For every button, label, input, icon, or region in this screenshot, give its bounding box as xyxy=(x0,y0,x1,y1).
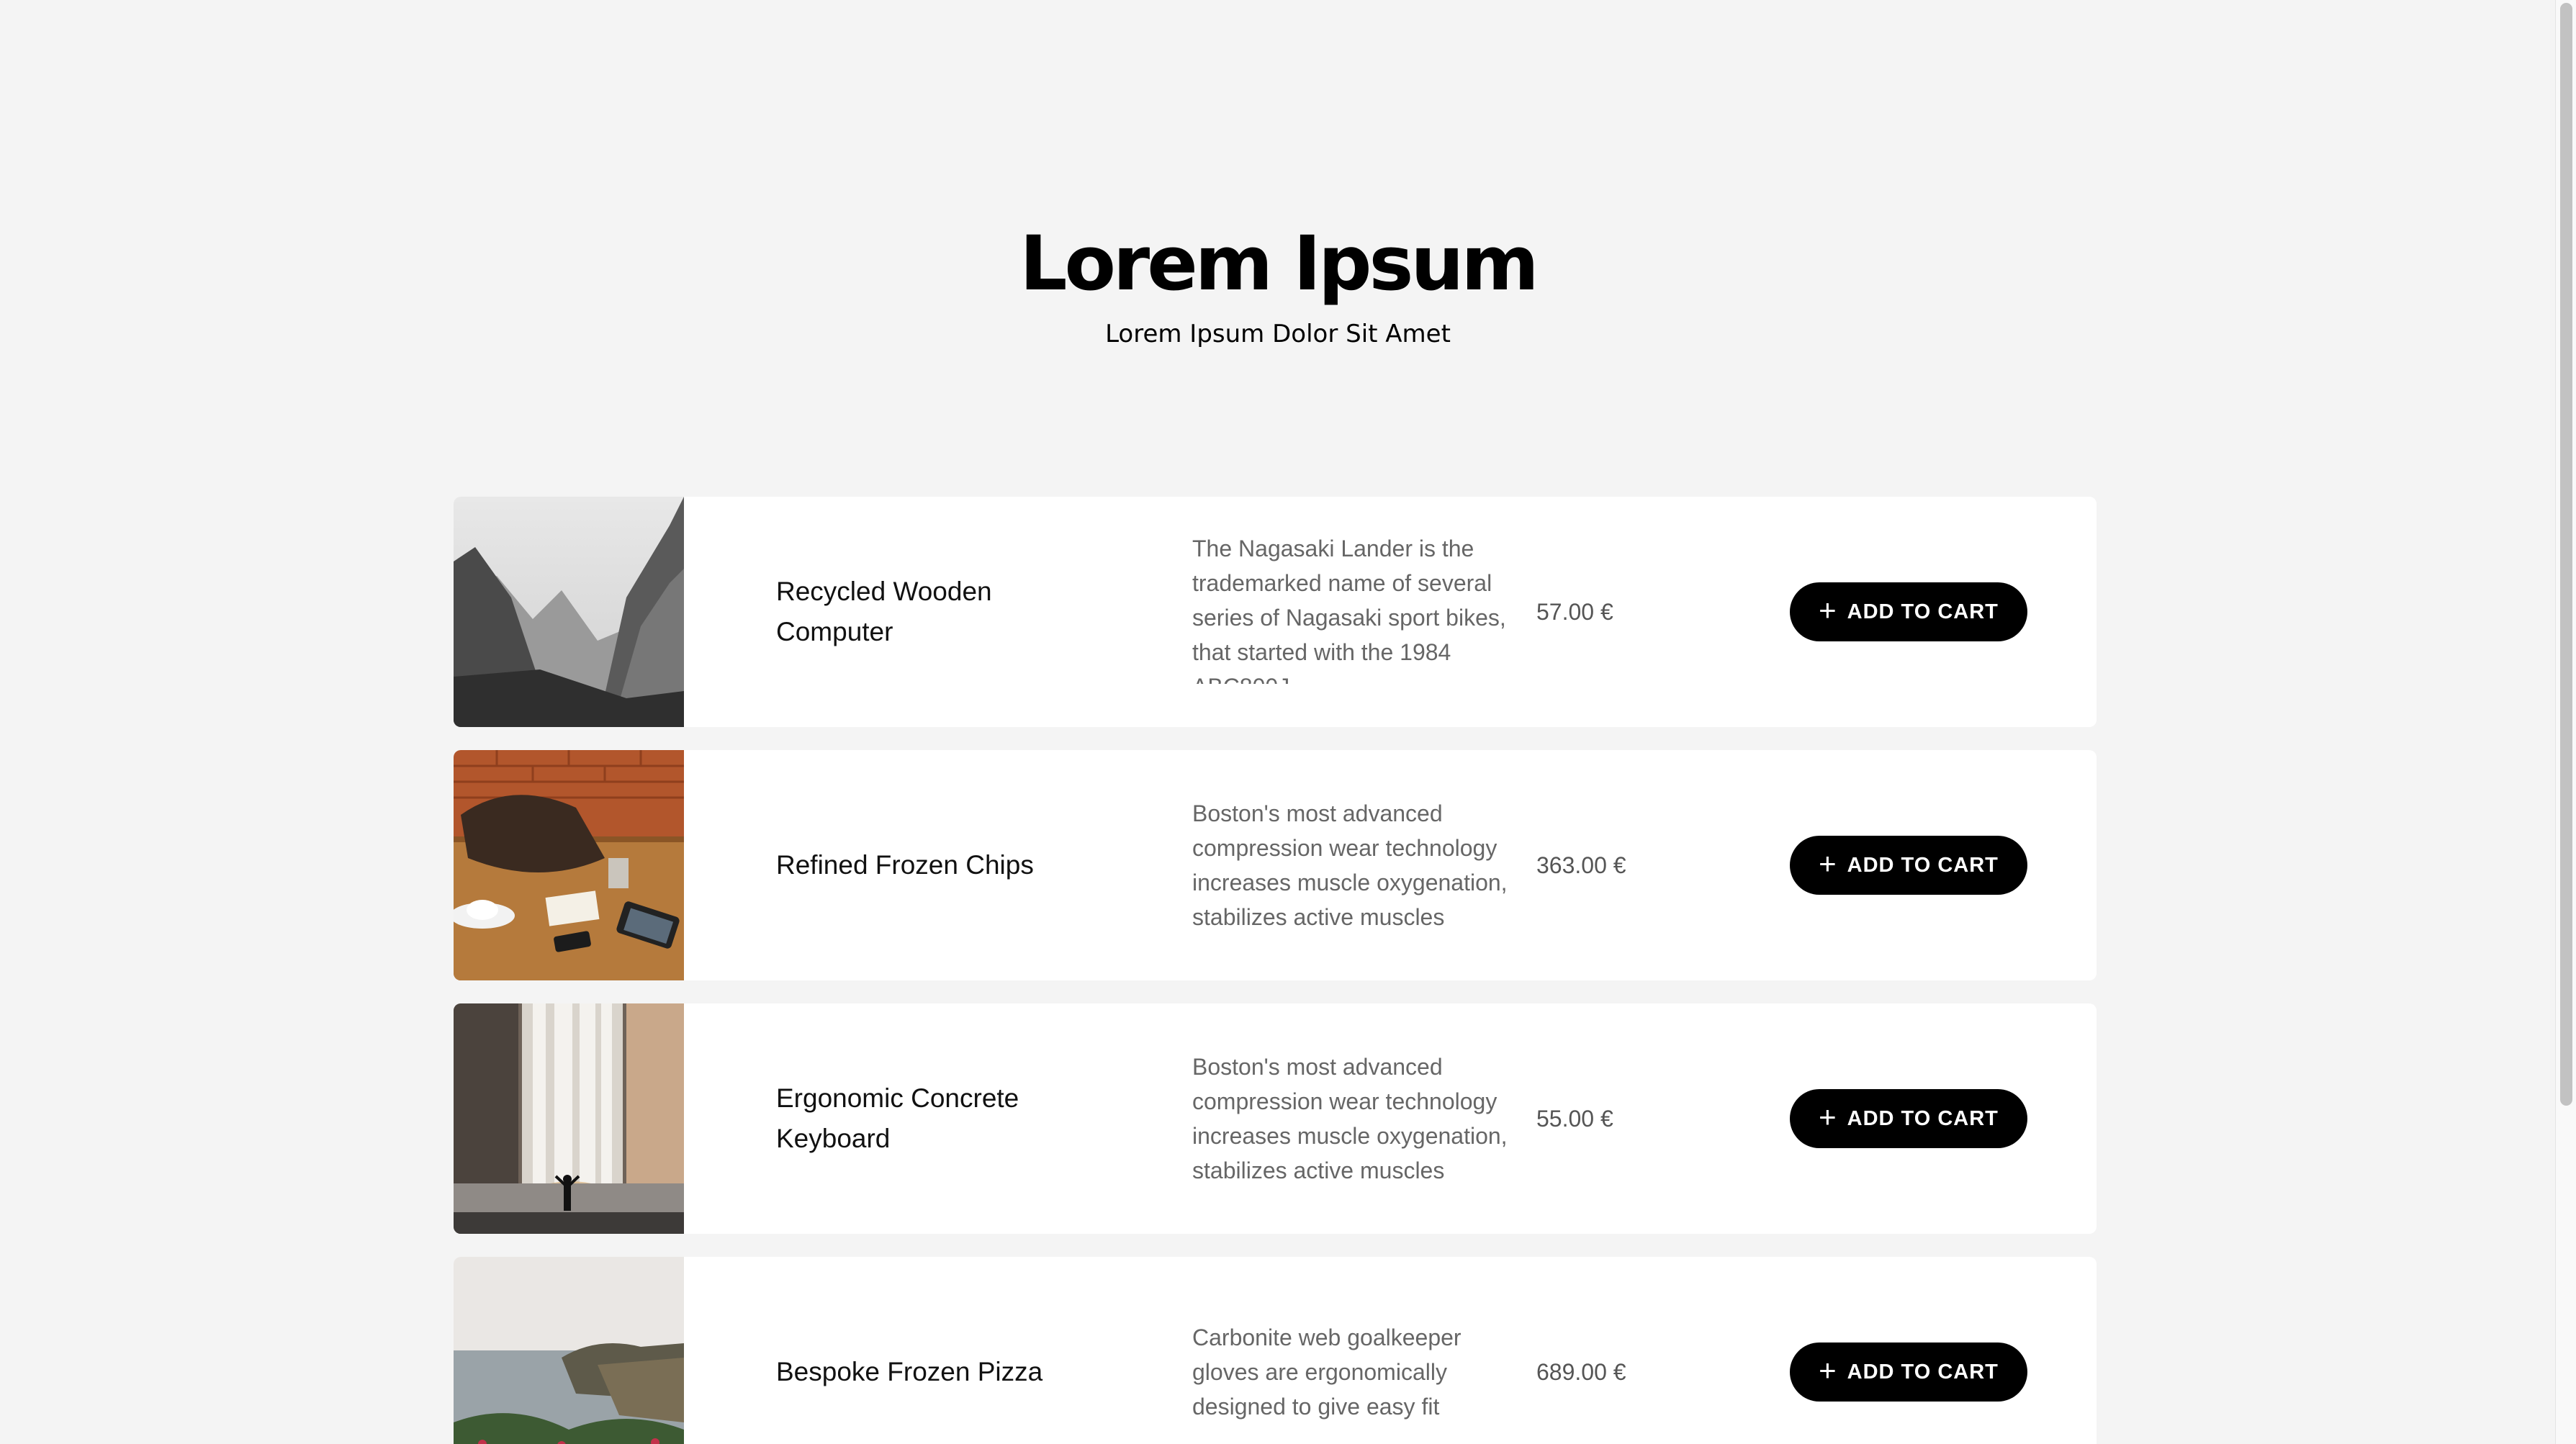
plus-icon: + xyxy=(1819,1100,1837,1134)
plus-icon: + xyxy=(1819,1353,1837,1387)
product-image-coastline[interactable] xyxy=(454,1257,684,1444)
product-list-page: Lorem Ipsum Lorem Ipsum Dolor Sit Amet R… xyxy=(0,0,2556,1444)
product-description: Boston's most advanced compression wear … xyxy=(1192,1054,1508,1183)
plus-icon: + xyxy=(1819,593,1837,627)
product-price: 689.00 € xyxy=(1536,1358,1626,1385)
product-price: 363.00 € xyxy=(1536,852,1626,878)
product-name: Bespoke Frozen Pizza xyxy=(776,1357,1043,1386)
add-to-cart-label: ADD TO CART xyxy=(1847,1106,1999,1130)
add-to-cart-button[interactable]: + ADD TO CART xyxy=(1790,1343,2027,1402)
product-image-mountain-valley[interactable] xyxy=(454,497,684,727)
product-description: Carbonite web goalkeeper gloves are ergo… xyxy=(1192,1325,1462,1420)
add-to-cart-label: ADD TO CART xyxy=(1847,1360,1999,1384)
page-subtitle: Lorem Ipsum Dolor Sit Amet xyxy=(1105,320,1451,348)
product-card: Ergonomic Concrete Keyboard Boston's mos… xyxy=(454,1003,2097,1234)
product-name: Refined Frozen Chips xyxy=(776,850,1034,880)
page-title: Lorem Ipsum xyxy=(1019,220,1539,307)
product-description: Boston's most advanced compression wear … xyxy=(1192,800,1508,930)
product-price: 57.00 € xyxy=(1536,598,1613,625)
plus-icon: + xyxy=(1819,847,1837,880)
product-card: Recycled Wooden Computer The Nagasaki La… xyxy=(454,497,2097,727)
add-to-cart-label: ADD TO CART xyxy=(1847,853,1999,877)
product-card: Refined Frozen Chips Boston's most advan… xyxy=(454,750,2097,980)
product-card: Bespoke Frozen Pizza Carbonite web goalk… xyxy=(454,1257,2097,1444)
add-to-cart-label: ADD TO CART xyxy=(1847,600,1999,623)
add-to-cart-button[interactable]: + ADD TO CART xyxy=(1790,1089,2027,1148)
vertical-scrollbar[interactable] xyxy=(2555,0,2576,1444)
product-price: 55.00 € xyxy=(1536,1105,1613,1132)
scrollbar-thumb[interactable] xyxy=(2560,3,2572,1106)
product-image-cafe-table[interactable] xyxy=(454,750,684,980)
product-description: The Nagasaki Lander is the trademarked n… xyxy=(1192,536,1506,684)
product-image-waterfall[interactable] xyxy=(454,1003,684,1234)
product-name: Ergonomic Concrete Keyboard xyxy=(776,1083,1019,1153)
product-name: Recycled Wooden Computer xyxy=(776,577,992,646)
add-to-cart-button[interactable]: + ADD TO CART xyxy=(1790,582,2027,641)
add-to-cart-button[interactable]: + ADD TO CART xyxy=(1790,836,2027,895)
